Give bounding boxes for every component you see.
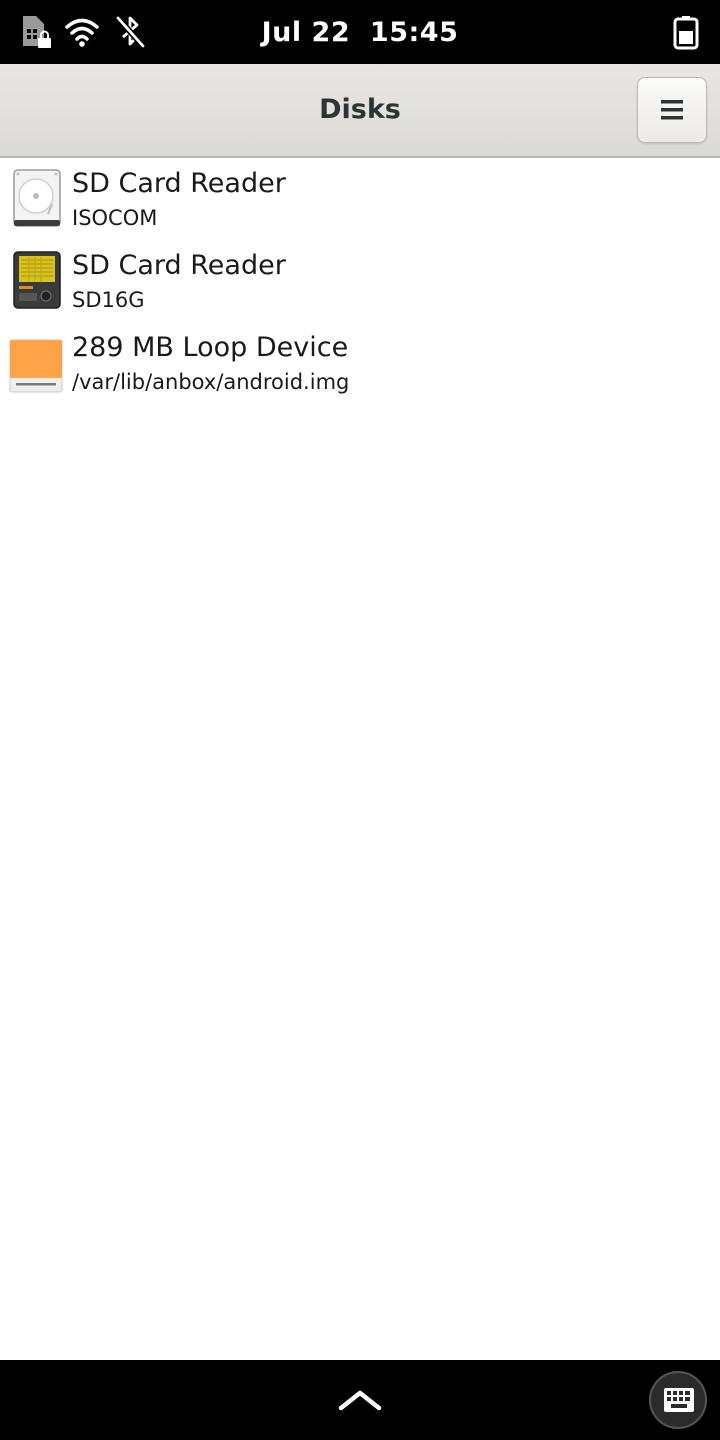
- status-date: Jul 22: [261, 17, 351, 48]
- disk-name: SD Card Reader: [72, 168, 286, 199]
- disk-subtitle: /var/lib/anbox/android.img: [72, 370, 350, 394]
- page-title: Disks: [319, 94, 401, 125]
- sd-card-icon: [8, 248, 66, 312]
- menu-button[interactable]: [637, 77, 707, 143]
- disk-subtitle: SD16G: [72, 288, 145, 312]
- hard-disk-icon: [8, 166, 66, 230]
- loop-device-icon: [8, 330, 66, 394]
- status-bar: Jul 22 15:45: [0, 0, 720, 64]
- keyboard-toggle-button[interactable]: [649, 1371, 707, 1429]
- status-time: 15:45: [369, 17, 459, 48]
- disk-name: SD Card Reader: [72, 250, 286, 281]
- header-bar: Disks: [0, 64, 720, 158]
- disk-list: SD Card Reader ISOCOM SD Card Reader SD1…: [0, 160, 720, 406]
- keyboard-icon: [664, 1388, 694, 1412]
- disk-subtitle: ISOCOM: [72, 206, 158, 230]
- status-clock: Jul 22 15:45: [0, 0, 720, 64]
- chevron-up-icon[interactable]: [336, 1384, 384, 1414]
- disk-list-item[interactable]: SD Card Reader ISOCOM: [0, 160, 720, 242]
- disk-name: 289 MB Loop Device: [72, 332, 349, 363]
- hamburger-menu-icon: [661, 100, 683, 120]
- disk-list-item[interactable]: SD Card Reader SD16G: [0, 242, 720, 324]
- battery-icon: [668, 14, 704, 50]
- bottom-bar: [0, 1360, 720, 1440]
- disk-list-item[interactable]: 289 MB Loop Device /var/lib/anbox/androi…: [0, 324, 720, 406]
